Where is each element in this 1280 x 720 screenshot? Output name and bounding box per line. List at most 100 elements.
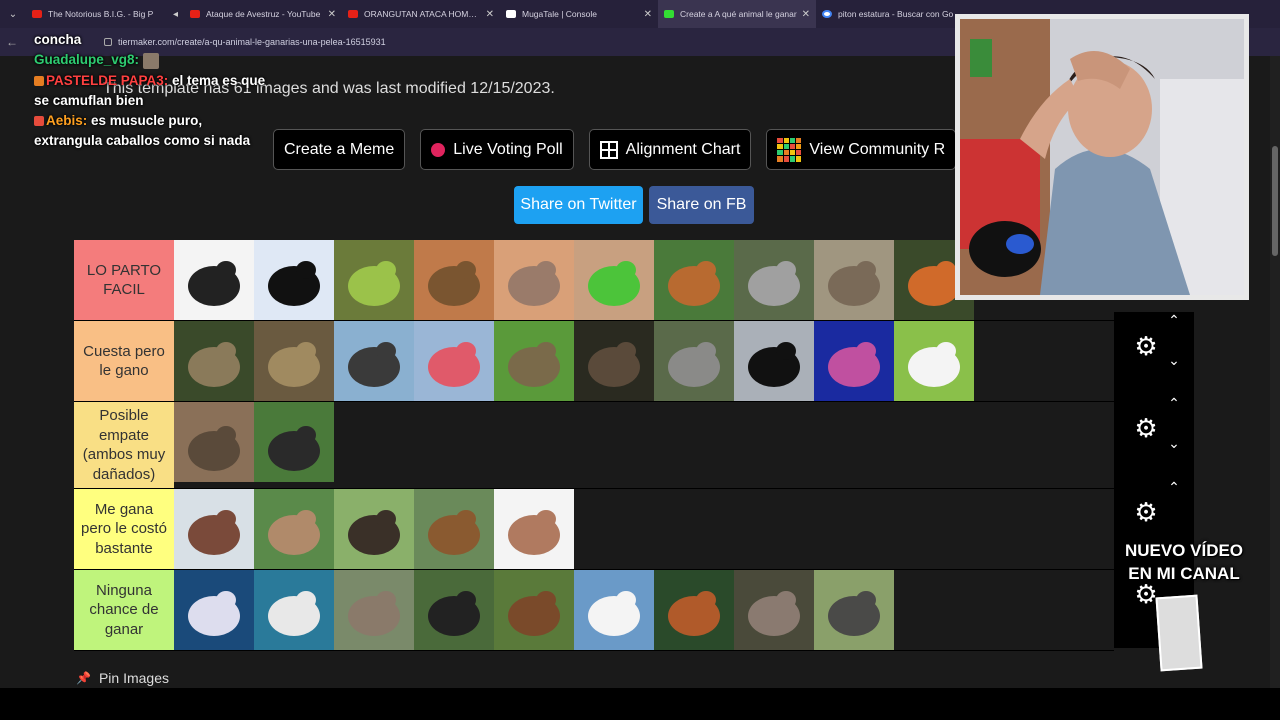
kangaroo-image[interactable]	[254, 489, 334, 569]
view-community-button[interactable]: View Community R	[766, 129, 957, 170]
deer-image[interactable]	[414, 489, 494, 569]
gorilla-image[interactable]	[414, 570, 494, 650]
stream-chat-overlay: concha Guadalupe_vg8: PASTELDE PAPA3: el…	[34, 30, 274, 152]
tier-move-down-icon[interactable]: ⌄	[1164, 435, 1184, 452]
shark-picture	[254, 570, 334, 650]
chat-message: Aebis: es musucle puro, extrangula cabal…	[34, 111, 274, 152]
crow-image[interactable]	[734, 321, 814, 401]
tier-items	[174, 570, 1114, 650]
screen: ⌄ The Notorious B.I.G. - Big P ◂ Ataque …	[0, 0, 1280, 720]
tier-label[interactable]: Ninguna chance de ganar	[74, 570, 174, 650]
promo-overlay-text: NUEVO VÍDEO EN MI CANAL	[1124, 541, 1244, 583]
tier-move-down-icon[interactable]: ⌄	[1164, 352, 1184, 369]
buffalo-image[interactable]	[334, 489, 414, 569]
hippo-image[interactable]	[734, 570, 814, 650]
chat-username: Guadalupe_vg8:	[34, 52, 140, 68]
ostrich-picture	[334, 321, 414, 401]
rhino-picture	[814, 570, 894, 650]
close-icon[interactable]: ✕	[328, 9, 336, 20]
penguin-image[interactable]	[254, 240, 334, 320]
tab-search-icon[interactable]: ⌄	[0, 0, 26, 28]
pin-images-toggle[interactable]: 📌 Pin Images	[76, 670, 169, 686]
walrus-picture	[174, 489, 254, 569]
tier-label[interactable]: Cuesta pero le gano	[74, 321, 174, 401]
scrollbar-thumb[interactable]	[1272, 146, 1278, 256]
alignment-chart-button[interactable]: Alignment Chart	[588, 129, 752, 170]
webcam-image	[960, 19, 1244, 295]
hyena-image[interactable]	[254, 321, 334, 401]
orangutan-image[interactable]	[654, 570, 734, 650]
browser-tab[interactable]: Ataque de Avestruz - YouTube ✕	[184, 0, 342, 28]
close-icon[interactable]: ✕	[802, 9, 810, 20]
shark-image[interactable]	[254, 570, 334, 650]
seal-image[interactable]	[814, 240, 894, 320]
sloth-image[interactable]	[174, 321, 254, 401]
create-meme-label: Create a Meme	[284, 140, 395, 158]
elephant-image[interactable]	[334, 570, 414, 650]
create-meme-button[interactable]: Create a Meme	[273, 129, 406, 170]
deer-picture	[414, 489, 494, 569]
python-image[interactable]	[174, 402, 254, 482]
share-twitter-button[interactable]: Share on Twitter	[514, 186, 643, 224]
scorpion-image[interactable]	[174, 240, 254, 320]
turtle-image[interactable]	[574, 321, 654, 401]
tier-label[interactable]: LO PARTO FACIL	[74, 240, 174, 320]
whale-image[interactable]	[174, 570, 254, 650]
ostrich-image[interactable]	[334, 321, 414, 401]
anteater-image[interactable]	[254, 402, 334, 482]
parrot-picture	[574, 240, 654, 320]
tier-row: Me gana pero le costó bastante	[74, 489, 1114, 570]
mute-icon[interactable]: ◂	[173, 9, 178, 20]
flamingo-picture	[414, 321, 494, 401]
squirrel-image[interactable]	[654, 240, 734, 320]
rhino-image[interactable]	[814, 570, 894, 650]
tier-move-up-icon[interactable]: ⌃	[1164, 312, 1184, 329]
tab-title: Create a A qué animal le ganar	[680, 9, 797, 19]
share-fb-button[interactable]: Share on FB	[649, 186, 754, 224]
tier-label[interactable]: Me gana pero le costó bastante	[74, 489, 174, 569]
tier-move-up-icon[interactable]: ⌃	[1164, 479, 1184, 496]
tier-label[interactable]: Posible empate (ambos muy dañados)	[74, 402, 174, 488]
walrus-image[interactable]	[174, 489, 254, 569]
browser-tab[interactable]: ORANGUTAN ATACA HOMBRE ✕	[342, 0, 500, 28]
polar-bear-image[interactable]	[574, 570, 654, 650]
chat-text: concha	[34, 32, 82, 47]
tier-settings-gear-icon[interactable]: ⚙	[1132, 332, 1160, 360]
tier-settings-gear-icon[interactable]: ⚙	[1132, 414, 1160, 442]
scorpion-picture	[174, 240, 254, 320]
back-arrow-icon[interactable]: ←	[0, 35, 24, 49]
tier-move-up-icon[interactable]: ⌃	[1164, 395, 1184, 412]
youtube-icon	[32, 10, 42, 18]
buffalo-picture	[334, 489, 414, 569]
close-icon[interactable]: ✕	[486, 9, 494, 20]
meerkat-image[interactable]	[414, 240, 494, 320]
cow-image[interactable]	[894, 321, 974, 401]
armadillo-image[interactable]	[494, 240, 574, 320]
hyena-picture	[254, 321, 334, 401]
octopus-image[interactable]	[814, 321, 894, 401]
close-icon[interactable]: ✕	[644, 9, 652, 20]
sloth-picture	[174, 321, 254, 401]
tier-items	[174, 489, 1114, 569]
browser-tab-active[interactable]: Create a A qué animal le ganar ✕	[658, 0, 816, 28]
anteater-picture	[254, 402, 334, 482]
heart-badge-icon	[34, 116, 44, 127]
rhino-grey-image[interactable]	[654, 321, 734, 401]
community-label: View Community R	[809, 140, 946, 158]
chameleon-image[interactable]	[334, 240, 414, 320]
action-buttons: Create a Meme Live Voting Poll Alignment…	[273, 129, 957, 170]
tortoise-image[interactable]	[494, 321, 574, 401]
page-scrollbar[interactable]	[1270, 56, 1280, 688]
bear-image[interactable]	[494, 570, 574, 650]
flamingo-image[interactable]	[414, 321, 494, 401]
tier-settings-gear-icon[interactable]: ⚙	[1132, 498, 1160, 526]
browser-tab[interactable]: The Notorious B.I.G. - Big P ◂	[26, 0, 184, 28]
tab-title: The Notorious B.I.G. - Big P	[48, 9, 154, 19]
browser-tab[interactable]: piton estatura - Buscar con Go	[816, 0, 974, 28]
pitbull-image[interactable]	[494, 489, 574, 569]
live-voting-poll-button[interactable]: Live Voting Poll	[420, 129, 574, 170]
koala-image[interactable]	[734, 240, 814, 320]
parrot-image[interactable]	[574, 240, 654, 320]
browser-tab[interactable]: MugaTale | Console ✕	[500, 0, 658, 28]
penguin-picture	[254, 240, 334, 320]
